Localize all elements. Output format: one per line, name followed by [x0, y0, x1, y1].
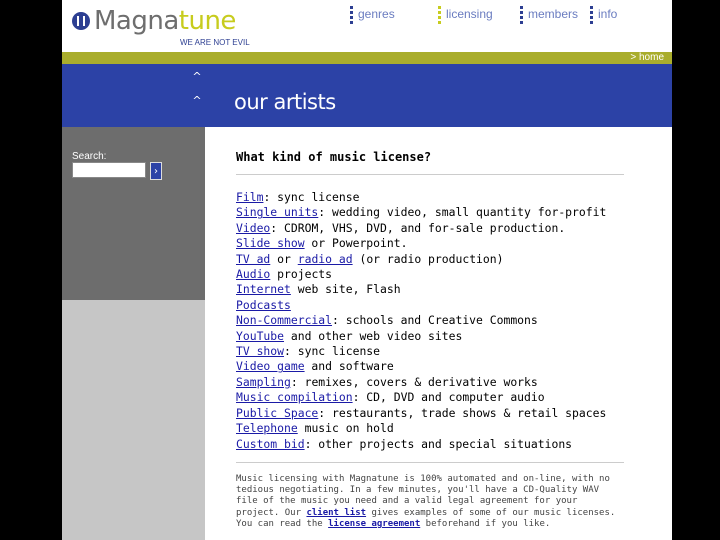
caret-up-icon[interactable]: ^: [192, 70, 202, 83]
search-label: Search:: [72, 151, 107, 162]
license-link[interactable]: YouTube: [236, 329, 284, 343]
license-link[interactable]: Public Space: [236, 406, 318, 420]
license-link[interactable]: Internet: [236, 282, 291, 296]
header: Magnatune WE ARE NOT EVIL genres licensi…: [62, 0, 672, 52]
nav-tick-icon: [590, 6, 593, 24]
license-description: : restaurants, trade shows & retail spac…: [318, 405, 607, 420]
license-link[interactable]: radio ad: [298, 252, 353, 266]
license-item: Music compilation: CD, DVD and computer …: [236, 390, 636, 405]
license-link[interactable]: TV show: [236, 344, 284, 358]
license-description: : wedding video, small quantity for-prof…: [318, 205, 607, 220]
license-question: What kind of music license?: [236, 150, 432, 164]
caret-up-icon-2[interactable]: ^: [192, 94, 202, 107]
license-link[interactable]: Sampling: [236, 375, 291, 389]
licensing-info: Music licensing with Magnatune is 100% a…: [236, 474, 626, 530]
nav-tick-icon: [520, 6, 523, 24]
license-description: : sync license: [263, 190, 360, 204]
nav-licensing-label: licensing: [446, 7, 493, 21]
license-description: : schools and Creative Commons: [332, 313, 538, 328]
nav-genres-label: genres: [358, 7, 395, 21]
license-item: YouTube and other web video sites: [236, 329, 636, 344]
license-description: web site, Flash: [290, 282, 401, 297]
license-description: : CDROM, VHS, DVD, and for-sale producti…: [270, 220, 566, 235]
license-description: projects: [270, 267, 333, 282]
license-description: and software: [304, 359, 394, 374]
logo-tagline: WE ARE NOT EVIL: [180, 38, 250, 47]
license-link[interactable]: Film: [236, 190, 263, 204]
nav-tick-icon: [350, 6, 353, 24]
search-input[interactable]: [72, 162, 146, 178]
license-link[interactable]: Video game: [236, 359, 305, 373]
license-description: : other projects and special situations: [304, 436, 573, 451]
logo-wordmark: Magnatune: [94, 6, 236, 36]
license-item: Podcasts: [236, 298, 636, 313]
divider-top: [236, 174, 624, 175]
license-link[interactable]: Single units: [236, 205, 318, 219]
license-link[interactable]: Non-Commercial: [236, 313, 332, 327]
license-agreement-link[interactable]: license agreement: [328, 519, 420, 529]
olive-bar: > home: [62, 52, 672, 64]
license-link[interactable]: Music compilation: [236, 390, 353, 404]
license-item: Sampling: remixes, covers & derivative w…: [236, 375, 636, 390]
license-item: Video game and software: [236, 359, 636, 374]
license-item: Film: sync license: [236, 190, 636, 205]
license-item: Telephone music on hold: [236, 421, 636, 436]
sidebar-lower: [62, 300, 205, 540]
license-description: : sync license: [284, 344, 381, 359]
license-item: TV show: sync license: [236, 344, 636, 359]
license-link[interactable]: Audio: [236, 267, 270, 281]
divider-bottom: [236, 462, 624, 463]
section-band: ^ ^ our artists: [62, 64, 672, 127]
license-description: : CD, DVD and computer audio: [352, 390, 545, 405]
license-link[interactable]: Slide show: [236, 236, 305, 250]
home-link[interactable]: > home: [630, 52, 664, 64]
license-link[interactable]: Telephone: [236, 421, 298, 435]
home-link-label: home: [638, 52, 664, 63]
license-description: (or radio production): [352, 251, 504, 266]
license-link[interactable]: Video: [236, 221, 270, 235]
license-link[interactable]: Custom bid: [236, 437, 305, 451]
nav-members-label: members: [528, 7, 579, 21]
section-title: our artists: [234, 90, 336, 114]
license-item: Non-Commercial: schools and Creative Com…: [236, 313, 636, 328]
client-list-link[interactable]: client list: [306, 508, 366, 518]
license-item: Public Space: restaurants, trade shows &…: [236, 406, 636, 421]
license-item: TV ad or radio ad (or radio production): [236, 252, 636, 267]
license-description: : remixes, covers & derivative works: [290, 374, 538, 389]
license-item: Single units: wedding video, small quant…: [236, 205, 636, 220]
footer-text-3: beforehand if you like.: [420, 518, 551, 529]
nav-tick-icon: [438, 6, 441, 24]
page: Magnatune WE ARE NOT EVIL genres licensi…: [62, 0, 672, 540]
logo-text-accent: tune: [178, 6, 237, 36]
license-item: Video: CDROM, VHS, DVD, and for-sale pro…: [236, 221, 636, 236]
content: What kind of music license?: [236, 150, 626, 164]
license-link[interactable]: TV ad: [236, 252, 270, 266]
license-description: or: [270, 251, 298, 266]
license-item: Audio projects: [236, 267, 636, 282]
search-go-button[interactable]: ›: [150, 162, 162, 180]
license-link[interactable]: Podcasts: [236, 298, 291, 312]
nav-info-label: info: [598, 7, 618, 21]
license-item: Custom bid: other projects and special s…: [236, 437, 636, 452]
license-list: Film: sync license Single units: wedding …: [236, 190, 636, 452]
license-item: Slide show or Powerpoint.: [236, 236, 636, 251]
license-description: music on hold: [297, 421, 394, 436]
license-item: Internet web site, Flash: [236, 282, 636, 297]
license-description: or Powerpoint.: [304, 236, 408, 251]
logo-text-main: Magna: [94, 6, 179, 36]
license-description: and other web video sites: [284, 328, 463, 343]
logo-mark-icon: [72, 12, 90, 30]
sidebar: Search: ›: [62, 127, 205, 300]
